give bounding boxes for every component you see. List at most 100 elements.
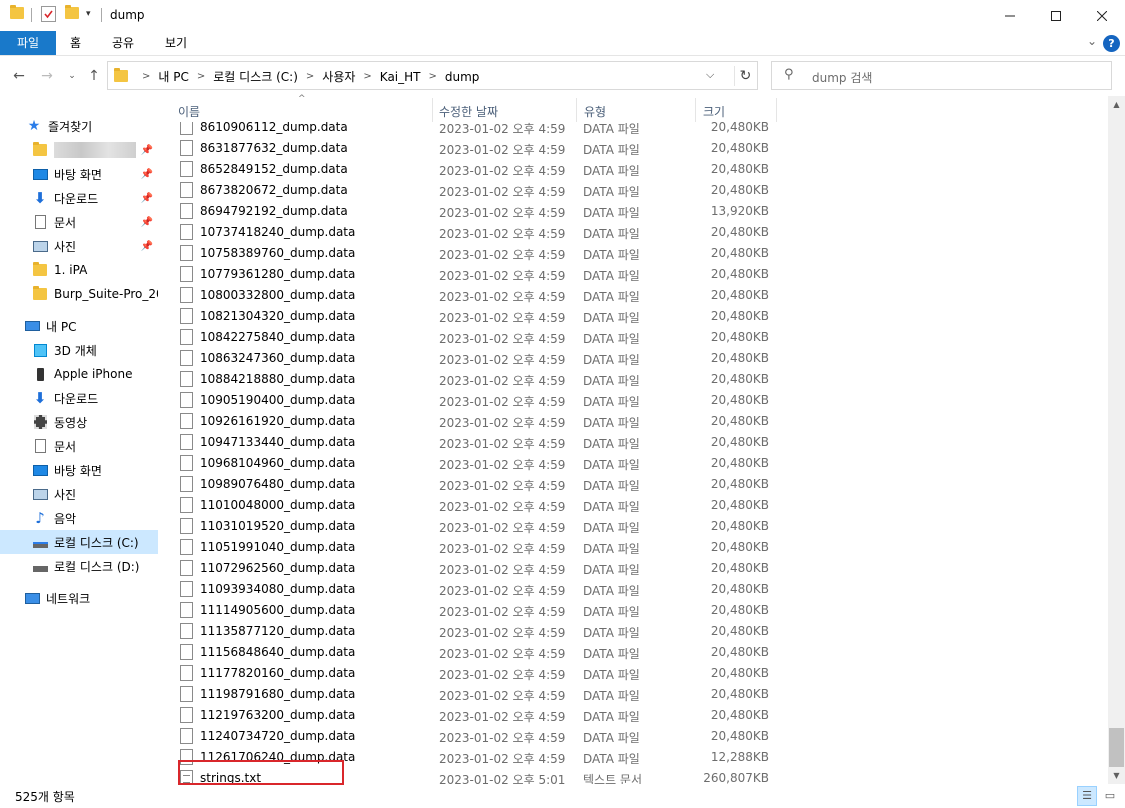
tab-file[interactable]: 파일 [0,31,56,55]
ribbon: 파일 홈 공유 보기 ⌄ ? [0,31,1125,56]
file-row[interactable]: 8652849152_dump.data 2023-01-02 오후 4:59 DA… [160,159,1108,180]
scroll-thumb[interactable] [1109,728,1124,767]
new-folder-icon[interactable] [65,5,79,19]
breadcrumb-users[interactable]: 사용자 [322,68,355,85]
close-button[interactable] [1079,0,1125,31]
nav-item-pc-desktop[interactable]: 바탕 화면 [0,458,158,482]
file-row[interactable]: 10926161920_dump.data 2023-01-02 오후 4:59 D… [160,411,1108,432]
file-row[interactable]: 11010048000_dump.data 2023-01-02 오후 4:59 D… [160,495,1108,516]
address-bar[interactable]: > 내 PC > 로컬 디스크 (C:) > 사용자 > Kai_HT > du… [107,61,758,90]
breadcrumb-local-disk-c[interactable]: 로컬 디스크 (C:) [213,68,298,85]
tab-view[interactable]: 보기 [151,31,201,55]
nav-item-desktop[interactable]: 바탕 화면 📌 [0,162,158,186]
chevron-right-icon[interactable]: > [429,71,437,82]
file-row[interactable]: 10989076480_dump.data 2023-01-02 오후 4:59 D… [160,474,1108,495]
search-box[interactable]: ⚲ dump 검색 [771,61,1112,90]
expand-ribbon-icon[interactable]: ⌄ [1087,34,1097,48]
file-row[interactable]: 11114905600_dump.data 2023-01-02 오후 4:59 D… [160,600,1108,621]
file-row[interactable]: 10800332800_dump.data 2023-01-02 오후 4:59 D… [160,285,1108,306]
file-row[interactable]: 10758389760_dump.data 2023-01-02 오후 4:59 D… [160,243,1108,264]
file-row[interactable]: 11051991040_dump.data 2023-01-02 오후 4:59 D… [160,537,1108,558]
nav-item-documents[interactable]: 문서 📌 [0,210,158,234]
file-row[interactable]: 10905190400_dump.data 2023-01-02 오후 4:59 D… [160,390,1108,411]
chevron-right-icon[interactable]: > [142,71,150,82]
nav-item-downloads[interactable]: ⬇ 다운로드 📌 [0,186,158,210]
scroll-up-arrow-icon[interactable]: ▲ [1108,96,1125,113]
help-icon[interactable]: ? [1103,35,1120,52]
file-row[interactable]: 8610906112_dump.data 2023-01-02 오후 4:59 DA… [160,122,1108,138]
file-date: 2023-01-02 오후 4:59 [439,227,566,241]
file-date: 2023-01-02 오후 4:59 [439,542,566,556]
nav-this-pc[interactable]: 내 PC [0,314,158,338]
file-row[interactable]: 8631877632_dump.data 2023-01-02 오후 4:59 DA… [160,138,1108,159]
file-date: 2023-01-02 오후 4:59 [439,290,566,304]
back-arrow-icon[interactable]: ← [9,66,29,86]
chevron-down-icon[interactable]: ⌵ [706,68,714,82]
nav-item-pc-pictures[interactable]: 사진 [0,482,158,506]
file-row[interactable]: strings.txt 2023-01-02 오후 5:01 텍스트 문서 260,8… [160,768,1108,784]
file-row[interactable]: 10863247360_dump.data 2023-01-02 오후 4:59 D… [160,348,1108,369]
file-row[interactable]: 11261706240_dump.data 2023-01-02 오후 4:59 D… [160,747,1108,768]
nav-item-pictures[interactable]: 사진 📌 [0,234,158,258]
nav-item-3d-objects[interactable]: 3D 개체 [0,338,158,362]
file-row[interactable]: 11072962560_dump.data 2023-01-02 오후 4:59 D… [160,558,1108,579]
file-row[interactable]: 10821304320_dump.data 2023-01-02 오후 4:59 D… [160,306,1108,327]
file-name: 10926161920_dump.data [200,414,356,428]
scroll-down-arrow-icon[interactable]: ▼ [1108,767,1125,784]
file-row[interactable]: 10779361280_dump.data 2023-01-02 오후 4:59 D… [160,264,1108,285]
nav-item-iphone[interactable]: Apple iPhone [0,362,158,386]
file-row[interactable]: 10947133440_dump.data 2023-01-02 오후 4:59 D… [160,432,1108,453]
nav-item-drive-d[interactable]: 로컬 디스크 (D:) [0,554,158,578]
file-row[interactable]: 8694792192_dump.data 2023-01-02 오후 4:59 DA… [160,201,1108,222]
column-divider[interactable] [432,98,433,122]
refresh-icon[interactable]: ↻ [734,66,756,86]
chevron-right-icon[interactable]: > [363,71,371,82]
search-input[interactable]: dump 검색 [812,69,872,86]
maximize-button[interactable] [1033,0,1079,31]
file-date: 2023-01-02 오후 4:59 [439,647,566,661]
file-row[interactable]: 8673820672_dump.data 2023-01-02 오후 4:59 DA… [160,180,1108,201]
nav-quick-access[interactable]: ★ 즐겨찾기 [0,114,158,138]
properties-icon[interactable] [41,6,56,22]
file-type: 텍스트 문서 [583,773,643,784]
forward-arrow-icon[interactable]: → [37,66,57,86]
file-row[interactable]: 11093934080_dump.data 2023-01-02 오후 4:59 D… [160,579,1108,600]
customize-toolbar-icon[interactable]: ▾ [86,9,91,19]
file-row[interactable]: 11135877120_dump.data 2023-01-02 오후 4:59 D… [160,621,1108,642]
column-divider[interactable] [576,98,577,122]
chevron-right-icon[interactable]: > [197,71,205,82]
nav-item-pc-downloads[interactable]: ⬇ 다운로드 [0,386,158,410]
details-view-icon[interactable]: ☰ [1077,786,1097,806]
nav-item-pc-documents[interactable]: 문서 [0,434,158,458]
file-row[interactable]: 11177820160_dump.data 2023-01-02 오후 4:59 D… [160,663,1108,684]
minimize-button[interactable] [987,0,1033,31]
breadcrumb-user[interactable]: Kai_HT [380,70,421,84]
nav-item-ipa[interactable]: 1. iPA [0,258,158,282]
file-row[interactable]: 11219763200_dump.data 2023-01-02 오후 4:59 D… [160,705,1108,726]
file-row[interactable]: 10842275840_dump.data 2023-01-02 오후 4:59 D… [160,327,1108,348]
tab-home[interactable]: 홈 [56,31,95,55]
nav-item-music[interactable]: ♪ 음악 [0,506,158,530]
recent-locations-icon[interactable]: ⌄ [62,66,82,86]
nav-item-videos[interactable]: 동영상 [0,410,158,434]
large-icons-view-icon[interactable]: ▭ [1100,786,1120,806]
breadcrumb-this-pc[interactable]: 내 PC [158,68,188,85]
file-row[interactable]: 10968104960_dump.data 2023-01-02 오후 4:59 D… [160,453,1108,474]
nav-item-burp-suite[interactable]: Burp_Suite-Pro_202 [0,282,158,306]
file-row[interactable]: 11240734720_dump.data 2023-01-02 오후 4:59 D… [160,726,1108,747]
file-row[interactable]: 11031019520_dump.data 2023-01-02 오후 4:59 D… [160,516,1108,537]
chevron-right-icon[interactable]: > [306,71,314,82]
breadcrumb-dump[interactable]: dump [445,70,480,84]
nav-network[interactable]: 네트워크 [0,586,158,610]
vertical-scrollbar[interactable]: ▲ ▼ [1108,96,1125,784]
nav-item-blurred[interactable]: 📌 [0,138,158,162]
nav-item-drive-c[interactable]: 로컬 디스크 (C:) [0,530,158,554]
file-row[interactable]: 10737418240_dump.data 2023-01-02 오후 4:59 D… [160,222,1108,243]
column-divider[interactable] [695,98,696,122]
file-row[interactable]: 11198791680_dump.data 2023-01-02 오후 4:59 D… [160,684,1108,705]
up-arrow-icon[interactable]: ↑ [84,66,104,86]
file-row[interactable]: 10884218880_dump.data 2023-01-02 오후 4:59 D… [160,369,1108,390]
file-row[interactable]: 11156848640_dump.data 2023-01-02 오후 4:59 D… [160,642,1108,663]
tab-share[interactable]: 공유 [98,31,148,55]
column-divider[interactable] [776,98,777,122]
